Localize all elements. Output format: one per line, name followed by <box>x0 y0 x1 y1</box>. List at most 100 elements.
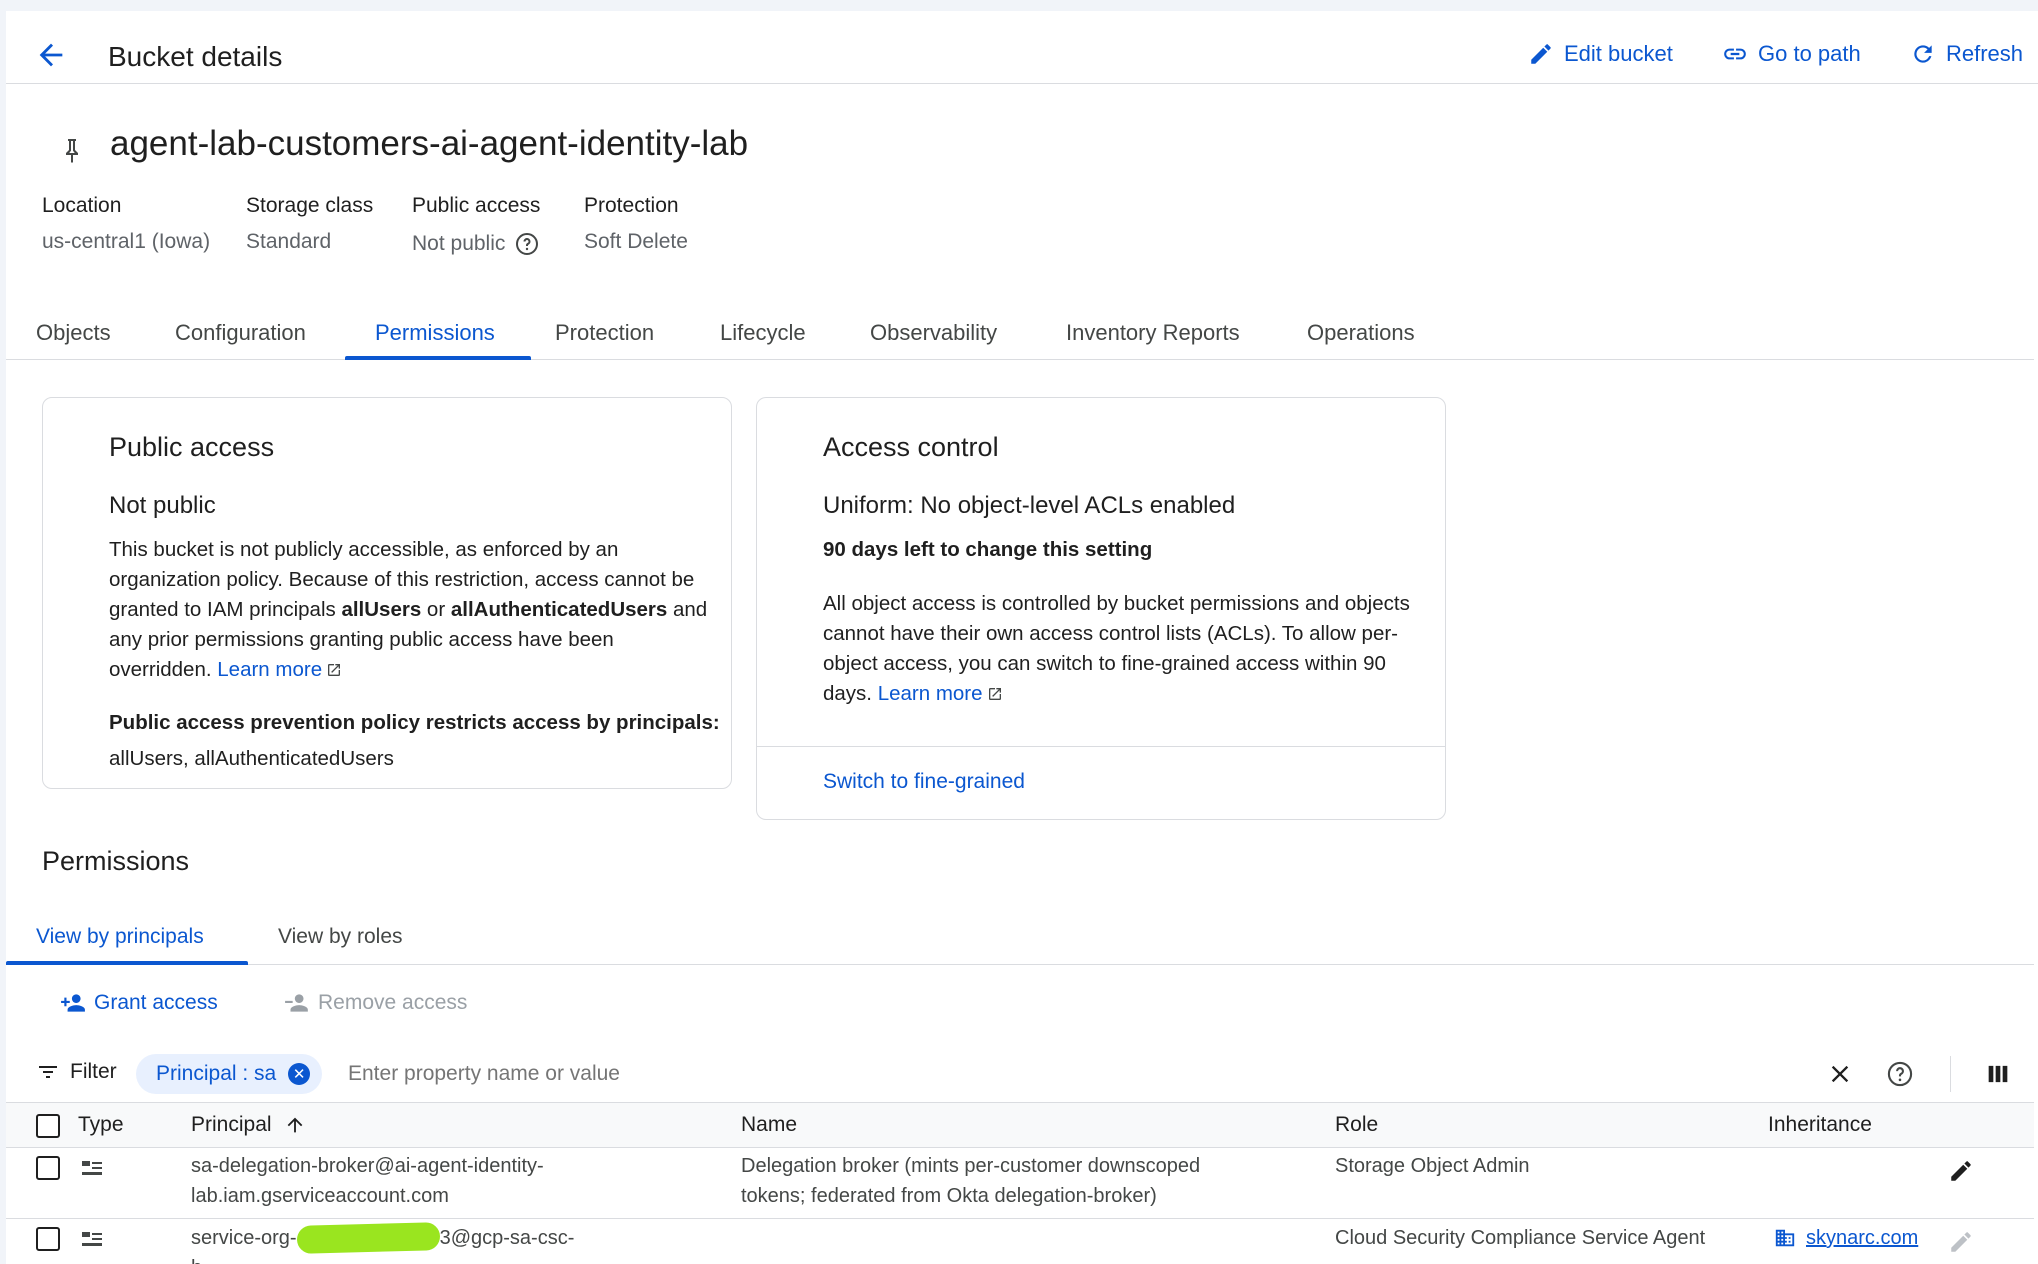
public-access-card: Public access Not public This bucket is … <box>42 397 732 789</box>
column-inheritance[interactable]: Inheritance <box>1768 1113 1872 1137</box>
refresh-button[interactable]: Refresh <box>1910 41 2023 67</box>
edit-pencil-icon <box>1951 1232 1971 1252</box>
card-divider <box>757 746 1445 747</box>
public-access-label: Public access <box>412 194 541 217</box>
all-authenticated-users-text: allAuthenticatedUsers <box>450 598 668 621</box>
tab-inventory-reports[interactable]: Inventory Reports <box>1066 320 1240 346</box>
filter-chip[interactable]: Principal : sa ✕ <box>136 1054 323 1094</box>
row-checkbox[interactable] <box>36 1227 60 1251</box>
protection-label: Protection <box>584 194 679 217</box>
refresh-icon <box>1914 45 1932 63</box>
column-principal[interactable]: Principal <box>191 1113 306 1137</box>
filter-chip-label: Principal : sa <box>156 1062 277 1085</box>
page-header: Bucket details Edit bucket Go to path Re… <box>6 11 2038 84</box>
name-line: Delegation broker (mints per-customer do… <box>741 1155 1201 1177</box>
edit-bucket-button[interactable]: Edit bucket <box>1528 41 1673 67</box>
tab-permissions[interactable]: Permissions <box>375 320 495 346</box>
days-left-text: 90 days left to change this setting <box>823 538 1153 561</box>
chip-close-icon[interactable]: ✕ <box>288 1063 311 1085</box>
policy-heading: Public access prevention policy restrict… <box>109 711 720 734</box>
table-row: sa-delegation-broker@ai-agent-identity- … <box>6 1148 2034 1219</box>
access-control-mode: Uniform: No object-level ACLs enabled <box>823 492 1236 519</box>
switch-fine-grained-button[interactable]: Switch to fine-grained <box>823 767 1025 797</box>
active-tab-indicator <box>345 356 531 360</box>
help-icon[interactable] <box>515 232 539 256</box>
grant-access-button[interactable]: Grant access <box>60 990 218 1016</box>
description-part: or <box>421 598 451 621</box>
column-type[interactable]: Type <box>78 1113 124 1137</box>
clear-filter-icon[interactable] <box>1826 1060 1854 1088</box>
column-name[interactable]: Name <box>741 1113 797 1137</box>
principal-line: sa-delegation-broker@ai-agent-identity- <box>191 1155 544 1177</box>
person-remove-icon <box>285 994 308 1012</box>
table-header: Type Principal Name Role Inheritance <box>6 1102 2034 1148</box>
tab-configuration[interactable]: Configuration <box>175 320 306 346</box>
storage-class-value: Standard <box>246 230 332 253</box>
external-link-icon <box>988 688 1001 700</box>
tab-lifecycle[interactable]: Lifecycle <box>720 320 806 346</box>
filter-input[interactable] <box>348 1056 1348 1092</box>
principal-part: 3@gcp-sa-csc- <box>439 1227 575 1249</box>
tab-operations[interactable]: Operations <box>1307 320 1415 346</box>
inheritance-cell: skynarc.com <box>1774 1223 1918 1253</box>
access-control-card: Access control Uniform: No object-level … <box>756 397 1446 820</box>
principal-line: h <box>191 1253 574 1264</box>
storage-class-label: Storage class <box>246 194 374 217</box>
permissions-section-title: Permissions <box>42 846 190 876</box>
row-checkbox[interactable] <box>36 1156 60 1180</box>
public-access-card-title: Public access <box>109 432 275 462</box>
role-cell: Storage Object Admin <box>1335 1155 1530 1177</box>
table-row: service-org- 3@gcp-sa-csc- h Cloud Securi… <box>6 1219 2034 1264</box>
filter-button[interactable]: Filter <box>36 1060 117 1084</box>
tab-observability[interactable]: Observability <box>870 320 997 346</box>
service-account-icon <box>82 1232 102 1246</box>
toolbar-divider <box>1950 1056 1951 1092</box>
bucket-name: agent-lab-customers-ai-agent-identity-la… <box>110 124 749 163</box>
public-access-description: This bucket is not publicly accessible, … <box>109 535 721 685</box>
inheritance-link[interactable]: skynarc.com <box>1806 1223 1918 1253</box>
learn-more-link[interactable]: Learn more <box>217 658 322 681</box>
sort-ascending-icon <box>287 1117 302 1133</box>
select-all-checkbox[interactable] <box>36 1114 60 1138</box>
help-icon[interactable] <box>1886 1060 1914 1088</box>
back-arrow-icon[interactable] <box>34 38 68 72</box>
tab-view-by-roles[interactable]: View by roles <box>278 925 403 949</box>
column-display-icon[interactable] <box>1984 1060 2012 1088</box>
permissions-view-tabs: View by principals View by roles <box>6 908 2034 965</box>
top-band <box>0 0 2038 11</box>
service-account-icon <box>82 1161 102 1175</box>
pencil-icon <box>1531 44 1551 64</box>
go-to-path-button[interactable]: Go to path <box>1722 41 1861 67</box>
tab-objects[interactable]: Objects <box>36 320 111 346</box>
remove-access-button[interactable]: Remove access <box>284 990 467 1016</box>
principal-cell: sa-delegation-broker@ai-agent-identity- … <box>191 1151 544 1211</box>
pin-icon[interactable] <box>60 134 84 168</box>
principal-part: service-org- <box>191 1227 297 1249</box>
active-view-indicator <box>6 961 248 965</box>
all-users-text: allUsers <box>341 598 422 621</box>
learn-more-link[interactable]: Learn more <box>878 682 983 705</box>
policy-value: allUsers, allAuthenticatedUsers <box>109 747 394 770</box>
person-add-icon <box>61 994 85 1012</box>
filter-bar: Filter Principal : sa ✕ <box>6 1046 2034 1102</box>
filter-icon <box>39 1066 57 1078</box>
name-line: tokens; federated from Okta delegation-b… <box>741 1185 1157 1207</box>
public-access-value-text: Not public <box>412 232 506 255</box>
tab-view-by-principals[interactable]: View by principals <box>36 925 204 949</box>
principal-cell: service-org- 3@gcp-sa-csc- h <box>191 1222 575 1264</box>
edit-pencil-icon[interactable] <box>1948 1158 1974 1184</box>
access-control-card-title: Access control <box>823 432 999 462</box>
redaction-mark <box>296 1222 440 1254</box>
column-role[interactable]: Role <box>1335 1113 1378 1137</box>
name-cell: Delegation broker (mints per-customer do… <box>741 1151 1200 1211</box>
tab-protection[interactable]: Protection <box>555 320 654 346</box>
protection-value: Soft Delete <box>584 230 688 253</box>
location-label: Location <box>42 194 122 217</box>
link-icon <box>1724 48 1746 60</box>
page-title: Bucket details <box>108 41 283 72</box>
organization-icon <box>1775 1229 1795 1247</box>
access-control-description: All object access is controlled by bucke… <box>823 589 1435 709</box>
public-access-value: Not public <box>412 232 539 256</box>
public-access-status: Not public <box>109 492 216 519</box>
bucket-tabs: Objects Configuration Permissions Protec… <box>6 302 2034 360</box>
